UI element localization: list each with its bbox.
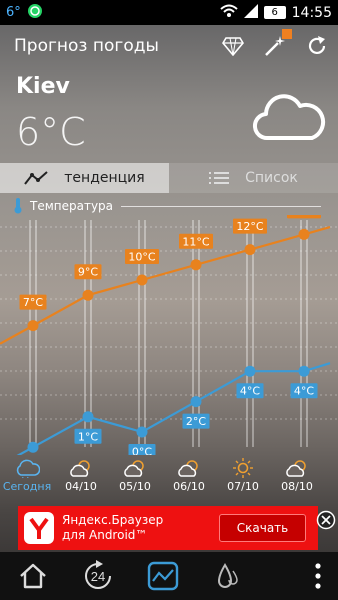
data-point [298,228,310,240]
cloud-icon [16,459,40,478]
data-label: 9°C [78,266,98,279]
ad-line-2: для Android™ [62,528,148,542]
ad-download-button[interactable]: Скачать [219,514,306,542]
tab-trend[interactable]: тенденция [0,163,169,193]
data-point [298,365,310,377]
day-label: 05/10 [119,480,151,493]
data-point [244,244,256,256]
section-divider [121,205,322,207]
day-label: 06/10 [173,480,205,493]
tab-list[interactable]: Список [169,163,338,193]
partly-cloudy-icon [286,460,306,477]
notification-temp: 6° [6,5,21,20]
day-04-10[interactable]: 04/10 [54,458,108,504]
data-label: 11°C [182,235,209,248]
day-06-10[interactable]: 06/10 [162,458,216,504]
day-08-10[interactable]: 08/10 [270,458,324,504]
thermometer-icon [14,198,22,214]
day-label: 07/10 [227,480,259,493]
data-point [82,289,94,301]
battery-icon: 6 [263,6,286,19]
sun-icon [233,458,253,478]
nav-trend[interactable] [130,552,195,600]
data-label: 2°C [186,415,206,428]
nav-humidity[interactable] [195,552,260,600]
day-label: 08/10 [281,480,313,493]
status-bar: 6° 6 14:55 [0,0,338,25]
day-05-10[interactable]: 05/10 [108,458,162,504]
data-point [136,426,148,438]
tab-list-label: Список [245,170,298,186]
cloud-icon [252,88,326,148]
ad-text: Яндекс.Браузер для Android™ [62,513,219,543]
day-label: Сегодня [2,480,52,493]
ad-close-button[interactable] [316,510,336,534]
data-point [27,320,39,332]
data-point [82,411,94,423]
partly-cloudy-icon [178,460,198,477]
bottom-nav: 24 [0,552,338,600]
svg-text:24: 24 [90,569,104,584]
data-label: 10°C [128,251,155,264]
section-label: Температура [30,199,114,213]
new-badge-icon [282,29,292,39]
series-line [0,226,331,345]
data-point [136,274,148,286]
more-vertical-icon [315,563,321,589]
app-title: Прогноз погоды [14,36,159,56]
data-point [190,259,202,271]
ad-line-1: Яндекс.Браузер [62,513,164,527]
view-tabs: тенденция Список [0,163,338,193]
nav-home[interactable] [0,552,65,600]
current-temperature: 6°C [16,110,86,154]
trend-chart-icon [147,561,178,591]
data-label: 4°C [294,385,314,398]
series-line [16,362,331,455]
data-label: 1°C [78,430,98,443]
day-07-10[interactable]: 07/10 [216,458,270,504]
clock: 14:55 [291,4,332,21]
yandex-browser-logo [24,510,54,546]
list-icon [209,172,230,184]
day-today[interactable]: Сегодня [0,458,54,504]
battery-level: 6 [271,7,278,18]
data-label: 12°C [236,220,263,233]
app-header: Прогноз погоды [0,25,338,67]
magic-wand-button[interactable] [254,25,296,67]
data-point [190,396,202,408]
data-label: 4°C [240,385,260,398]
data-label: 13°C [290,215,317,218]
temperature-chart: 7°C9°C10°C11°C12°C13°C-1°C1°C0°C2°C4°C4°… [0,215,338,455]
data-label: 0°C [132,446,152,456]
diamond-button[interactable] [212,25,254,67]
refresh-icon [308,36,326,55]
close-icon [316,510,336,530]
forecast-days: Сегодня 04/10 05/10 06/10 07/10 08/10 [0,458,338,504]
data-point [244,365,256,377]
wifi-icon [219,4,238,22]
nav-more[interactable] [260,552,338,600]
partly-cloudy-icon [70,460,90,477]
nav-24h[interactable]: 24 [65,552,130,600]
whatsapp-icon [27,3,43,23]
home-icon [19,563,46,589]
24-hours-icon: 24 [84,560,111,589]
ad-banner[interactable]: Яндекс.Браузер для Android™ Скачать [18,506,318,550]
city-name: Kiev [16,74,70,99]
trend-icon [24,171,48,185]
refresh-button[interactable] [296,25,338,67]
section-heading: Температура [14,198,322,214]
tab-trend-label: тенденция [64,170,145,186]
day-label: 04/10 [65,480,97,493]
water-drop-icon [217,563,238,588]
diamond-icon [222,37,244,56]
data-label: 7°C [23,296,43,309]
signal-icon [243,3,258,22]
data-point [27,441,39,453]
partly-cloudy-icon [124,460,144,477]
